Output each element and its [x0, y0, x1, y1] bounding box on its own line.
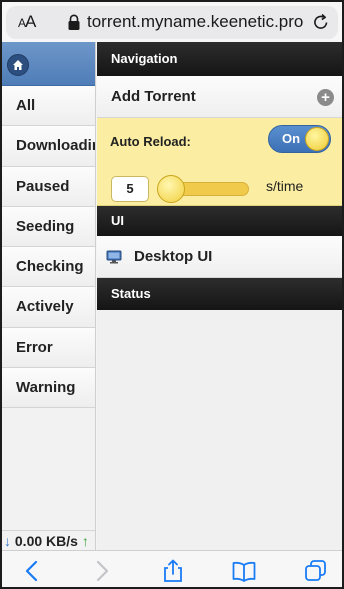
filter-downloading[interactable]: Downloading [2, 126, 95, 167]
text-size-button[interactable]: AA [18, 12, 36, 32]
auto-reload-panel: Auto Reload: On 5 s/time [97, 118, 342, 206]
main-panel: Navigation Add Torrent + Auto Reload: On… [97, 42, 342, 550]
monitor-icon [106, 250, 122, 264]
forward-icon[interactable] [88, 559, 114, 583]
ui-header: UI [97, 206, 342, 236]
add-torrent-label: Add Torrent [111, 88, 196, 105]
plus-icon[interactable]: + [317, 89, 334, 106]
back-icon[interactable] [20, 559, 46, 583]
filter-checking[interactable]: Checking [2, 247, 95, 288]
slider-handle[interactable] [157, 175, 185, 203]
download-arrow-icon: ↓ [4, 533, 11, 549]
lock-icon [68, 14, 80, 30]
toggle-state: On [282, 131, 301, 146]
filter-warning[interactable]: Warning [2, 368, 95, 409]
reload-icon[interactable] [311, 12, 331, 32]
download-speed: 0.00 KB/s [14, 533, 78, 549]
interval-unit: s/time [266, 178, 304, 194]
upload-arrow-icon: ↑ [81, 533, 89, 549]
filter-error[interactable]: Error [2, 327, 95, 369]
filter-all[interactable]: All [2, 86, 95, 127]
toggle-knob[interactable] [305, 127, 329, 151]
home-icon [13, 60, 23, 70]
address-area: AA torrent.myname.keenetic.pro [2, 2, 342, 42]
tabs-icon[interactable] [303, 559, 329, 583]
auto-reload-label: Auto Reload: [110, 134, 191, 149]
desktop-ui-row[interactable]: Desktop UI [97, 236, 342, 278]
browser-window: AA torrent.myname.keenetic.pro All Downl… [0, 0, 344, 589]
filter-actively[interactable]: Actively [2, 287, 95, 328]
navigation-header: Navigation [97, 42, 342, 76]
filter-seeding[interactable]: Seeding [2, 206, 95, 248]
filter-paused[interactable]: Paused [2, 166, 95, 207]
sidebar-header [2, 42, 95, 86]
status-header: Status [97, 278, 342, 310]
reload-interval-input[interactable]: 5 [111, 176, 149, 202]
auto-reload-toggle[interactable]: On [268, 125, 331, 153]
address-bar[interactable]: AA torrent.myname.keenetic.pro [6, 6, 338, 39]
desktop-ui-label: Desktop UI [134, 248, 213, 265]
speed-indicator: ↓ 0.00 KB/s ↑ [2, 530, 95, 550]
browser-toolbar [2, 550, 342, 587]
filter-sidebar: All Downloading Paused Seeding Checking … [2, 42, 96, 550]
home-button[interactable] [7, 54, 29, 76]
add-torrent-row[interactable]: Add Torrent + [97, 76, 342, 118]
url-text[interactable]: torrent.myname.keenetic.pro [87, 12, 303, 32]
bookmarks-icon[interactable] [231, 559, 257, 583]
share-icon[interactable] [160, 559, 186, 583]
